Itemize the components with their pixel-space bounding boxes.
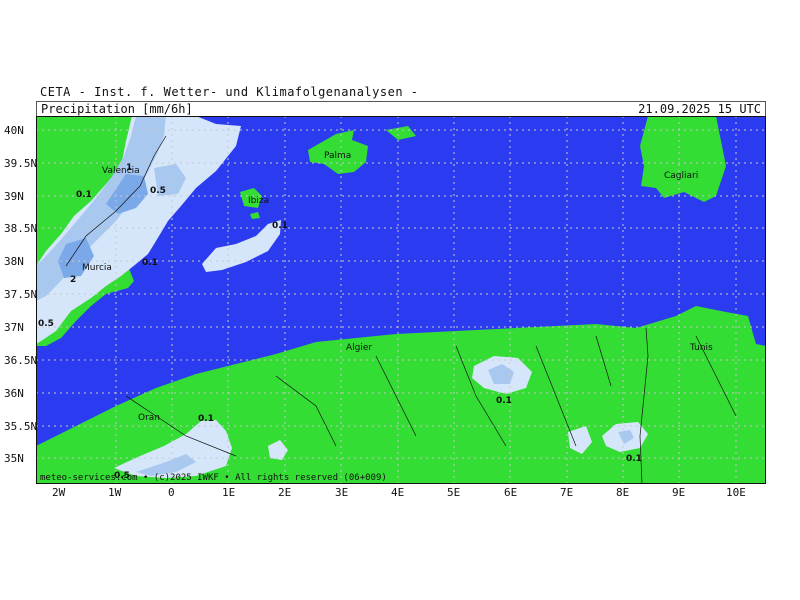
y-tick: 35.5N: [4, 420, 37, 433]
y-tick: 36N: [4, 387, 24, 400]
x-tick: 2W: [52, 486, 66, 499]
x-tick: 8E: [616, 486, 629, 499]
y-tick: 40N: [4, 124, 24, 137]
x-tick: 3E: [335, 486, 348, 499]
y-tick: 36.5N: [4, 354, 37, 367]
x-tick: 0: [168, 486, 175, 499]
x-axis: 2W 1W 0 1E 2E 3E 4E 5E 6E 7E 8E 9E 10E: [52, 486, 746, 499]
y-tick: 38N: [4, 255, 24, 268]
x-tick: 1E: [222, 486, 235, 499]
x-tick: 7E: [560, 486, 573, 499]
y-tick: 38.5N: [4, 222, 37, 235]
y-tick: 39N: [4, 190, 24, 203]
x-tick: 6E: [504, 486, 517, 499]
y-tick: 37N: [4, 321, 24, 334]
x-tick: 4E: [391, 486, 404, 499]
axis-labels: 2W 1W 0 1E 2E 3E 4E 5E 6E 7E 8E 9E 10E 4…: [4, 124, 746, 499]
x-tick: 2E: [278, 486, 291, 499]
x-tick: 5E: [447, 486, 460, 499]
y-tick: 37.5N: [4, 288, 37, 301]
y-axis: 40N 39.5N 39N 38.5N 38N 37.5N 37N 36.5N …: [4, 124, 37, 465]
y-tick: 35N: [4, 452, 24, 465]
y-tick: 39.5N: [4, 157, 37, 170]
x-tick: 1W: [108, 486, 122, 499]
x-tick: 9E: [672, 486, 685, 499]
x-tick: 10E: [726, 486, 746, 499]
